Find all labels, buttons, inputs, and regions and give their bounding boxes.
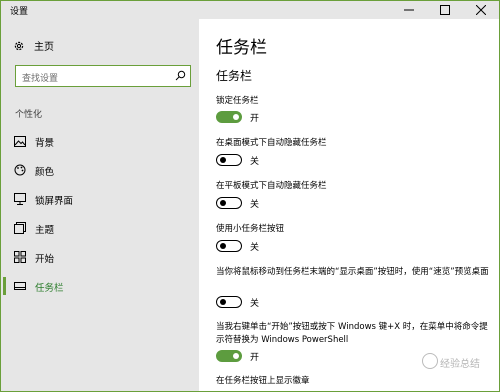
toggle-state: 关	[250, 298, 260, 309]
maximize-icon	[440, 5, 450, 15]
sidebar-item-background[interactable]: 背景	[1, 128, 199, 154]
toggle-state: 关	[250, 156, 260, 167]
page-title: 任务栏	[216, 38, 267, 58]
home-link[interactable]: 主页	[13, 38, 54, 53]
toggle-small-buttons[interactable]: 关	[216, 239, 259, 253]
sidebar-item-start[interactable]: 开始	[1, 244, 199, 270]
main-content: 任务栏 任务栏 锁定任务栏 开 在桌面模式下自动隐藏任务栏 关 在平板模式下自动…	[199, 19, 499, 391]
toggle-state: 开	[250, 113, 260, 124]
sidebar: 主页 查找设置 个性化 背景 颜色 锁屏界面 主题 开始 任务栏	[1, 19, 199, 391]
setting-label-peek: 当你将鼠标移动到任务栏末端的“显示桌面”按钮时，使用“速览”预览桌面	[216, 267, 489, 277]
setting-label-small-buttons: 使用小任务栏按钮	[216, 224, 285, 234]
toggle-autohide-tablet[interactable]: 关	[216, 196, 259, 210]
monitor-icon	[13, 192, 27, 206]
search-input[interactable]: 查找设置	[15, 65, 191, 87]
close-button[interactable]	[463, 1, 499, 19]
toggle-state: 开	[250, 352, 260, 363]
toggle-switch[interactable]	[216, 350, 242, 362]
toggle-autohide-desktop[interactable]: 关	[216, 153, 259, 167]
toggle-switch[interactable]	[216, 197, 242, 209]
toggle-switch[interactable]	[216, 240, 242, 252]
setting-label-badges: 在任务栏按钮上显示徽章	[216, 376, 310, 386]
toggle-state: 关	[250, 199, 260, 210]
search-icon	[175, 70, 186, 81]
start-icon	[13, 250, 27, 264]
palette-icon	[13, 163, 27, 177]
maximize-button[interactable]	[427, 1, 463, 19]
theme-icon	[13, 221, 27, 235]
watermark-logo-icon	[422, 353, 438, 369]
active-indicator	[3, 277, 6, 295]
title-bar: 设置	[1, 1, 499, 19]
toggle-lock-taskbar[interactable]: 开	[216, 110, 259, 124]
setting-label-lock-taskbar: 锁定任务栏	[216, 96, 259, 106]
home-label: 主页	[34, 42, 54, 53]
setting-label-powershell: 当我右键单击“开始”按钮或按下 Windows 键+X 时，在菜单中将命令提示符…	[216, 322, 488, 345]
toggle-switch[interactable]	[216, 296, 242, 308]
minimize-icon	[404, 9, 414, 11]
section-label: 个性化	[15, 110, 43, 120]
close-icon	[476, 5, 486, 15]
sidebar-item-label: 开始	[35, 254, 55, 265]
image-icon	[13, 134, 27, 148]
gear-icon	[14, 41, 24, 50]
setting-label-autohide-tablet: 在平板模式下自动隐藏任务栏	[216, 181, 327, 191]
minimize-button[interactable]	[391, 1, 427, 19]
watermark-text: 经验总结	[440, 359, 480, 370]
sidebar-item-label: 任务栏	[35, 283, 64, 294]
toggle-powershell[interactable]: 开	[216, 349, 259, 363]
setting-label-autohide-desktop: 在桌面模式下自动隐藏任务栏	[216, 138, 327, 148]
sidebar-item-label: 颜色	[35, 167, 55, 178]
sidebar-item-lockscreen[interactable]: 锁屏界面	[1, 186, 199, 212]
sidebar-item-label: 锁屏界面	[35, 196, 74, 207]
sidebar-item-label: 主题	[35, 225, 55, 236]
window-title: 设置	[10, 7, 29, 17]
toggle-switch[interactable]	[216, 111, 242, 123]
search-placeholder: 查找设置	[22, 74, 59, 84]
sidebar-item-themes[interactable]: 主题	[1, 215, 199, 241]
toggle-switch[interactable]	[216, 154, 242, 166]
sidebar-item-colors[interactable]: 颜色	[1, 157, 199, 183]
toggle-peek[interactable]: 关	[216, 295, 259, 309]
sidebar-item-label: 背景	[35, 138, 55, 149]
toggle-state: 关	[250, 242, 260, 253]
sidebar-item-taskbar[interactable]: 任务栏	[1, 273, 199, 299]
section-title: 任务栏	[216, 69, 253, 83]
taskbar-icon	[13, 279, 27, 293]
